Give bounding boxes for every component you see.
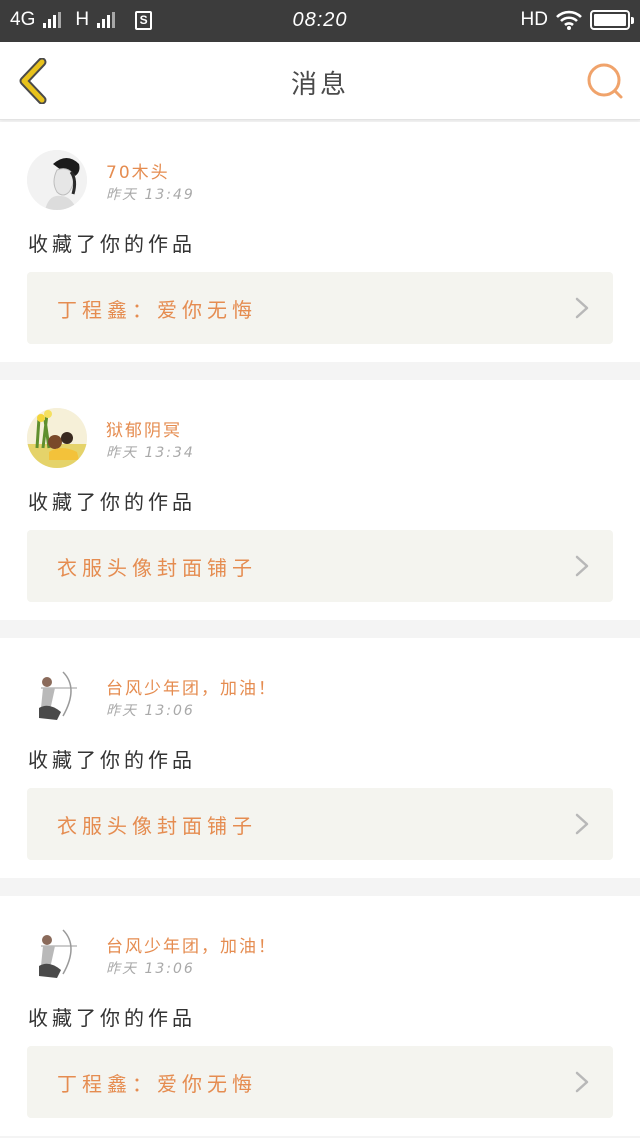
work-link[interactable]: 衣服头像封面铺子 bbox=[27, 788, 613, 860]
work-link[interactable]: 丁程鑫：爱你无悔 bbox=[27, 1046, 613, 1118]
avatar-archer-icon bbox=[27, 924, 87, 984]
avatar-flowers-icon bbox=[27, 408, 87, 468]
avatar[interactable] bbox=[27, 924, 87, 984]
work-link[interactable]: 衣服头像封面铺子 bbox=[27, 530, 613, 602]
work-title: 丁程鑫：爱你无悔 bbox=[57, 1072, 257, 1096]
message-card: 70木头 昨天 13:49 收藏了你的作品 丁程鑫：爱你无悔 bbox=[0, 122, 640, 362]
message-action: 收藏了你的作品 bbox=[28, 490, 196, 514]
chevron-right-icon bbox=[575, 555, 589, 577]
avatar[interactable] bbox=[27, 408, 87, 468]
message-action: 收藏了你的作品 bbox=[28, 748, 196, 772]
user-name[interactable]: 台风少年团，加油！ bbox=[106, 932, 277, 957]
search-button[interactable] bbox=[586, 62, 624, 100]
message-time: 昨天 13:06 bbox=[106, 961, 195, 977]
message-time: 昨天 13:49 bbox=[106, 187, 195, 203]
avatar[interactable] bbox=[27, 150, 87, 210]
message-time: 昨天 13:06 bbox=[106, 703, 195, 719]
hd-indicator: HD bbox=[520, 9, 548, 30]
message-time: 昨天 13:34 bbox=[106, 445, 195, 461]
work-link[interactable]: 丁程鑫：爱你无悔 bbox=[27, 272, 613, 344]
message-card: 台风少年团，加油！ 昨天 13:06 收藏了你的作品 丁程鑫：爱你无悔 bbox=[0, 896, 640, 1136]
work-title: 衣服头像封面铺子 bbox=[57, 556, 257, 580]
work-title: 衣服头像封面铺子 bbox=[57, 814, 257, 838]
message-action: 收藏了你的作品 bbox=[28, 1006, 196, 1030]
user-name[interactable]: 狱郁阴冥 bbox=[106, 416, 182, 441]
user-name[interactable]: 70木头 bbox=[106, 158, 170, 183]
message-action: 收藏了你的作品 bbox=[28, 232, 196, 256]
message-card: 台风少年团，加油！ 昨天 13:06 收藏了你的作品 衣服头像封面铺子 bbox=[0, 638, 640, 878]
user-name[interactable]: 台风少年团，加油！ bbox=[106, 674, 277, 699]
chevron-right-icon bbox=[575, 1071, 589, 1093]
avatar-portrait-icon bbox=[27, 150, 87, 210]
status-bar: 4G H S 08:20 HD bbox=[0, 0, 640, 42]
status-right: HD bbox=[520, 9, 634, 31]
avatar-archer-icon bbox=[27, 666, 87, 726]
chevron-right-icon bbox=[575, 297, 589, 319]
wifi-icon bbox=[556, 10, 582, 30]
search-icon bbox=[587, 63, 623, 99]
chevron-right-icon bbox=[575, 813, 589, 835]
battery-icon bbox=[590, 10, 634, 30]
message-card: 狱郁阴冥 昨天 13:34 收藏了你的作品 衣服头像封面铺子 bbox=[0, 380, 640, 620]
avatar[interactable] bbox=[27, 666, 87, 726]
nav-header: 消息 bbox=[0, 42, 640, 120]
page-title: 消息 bbox=[290, 70, 349, 100]
work-title: 丁程鑫：爱你无悔 bbox=[57, 298, 257, 322]
